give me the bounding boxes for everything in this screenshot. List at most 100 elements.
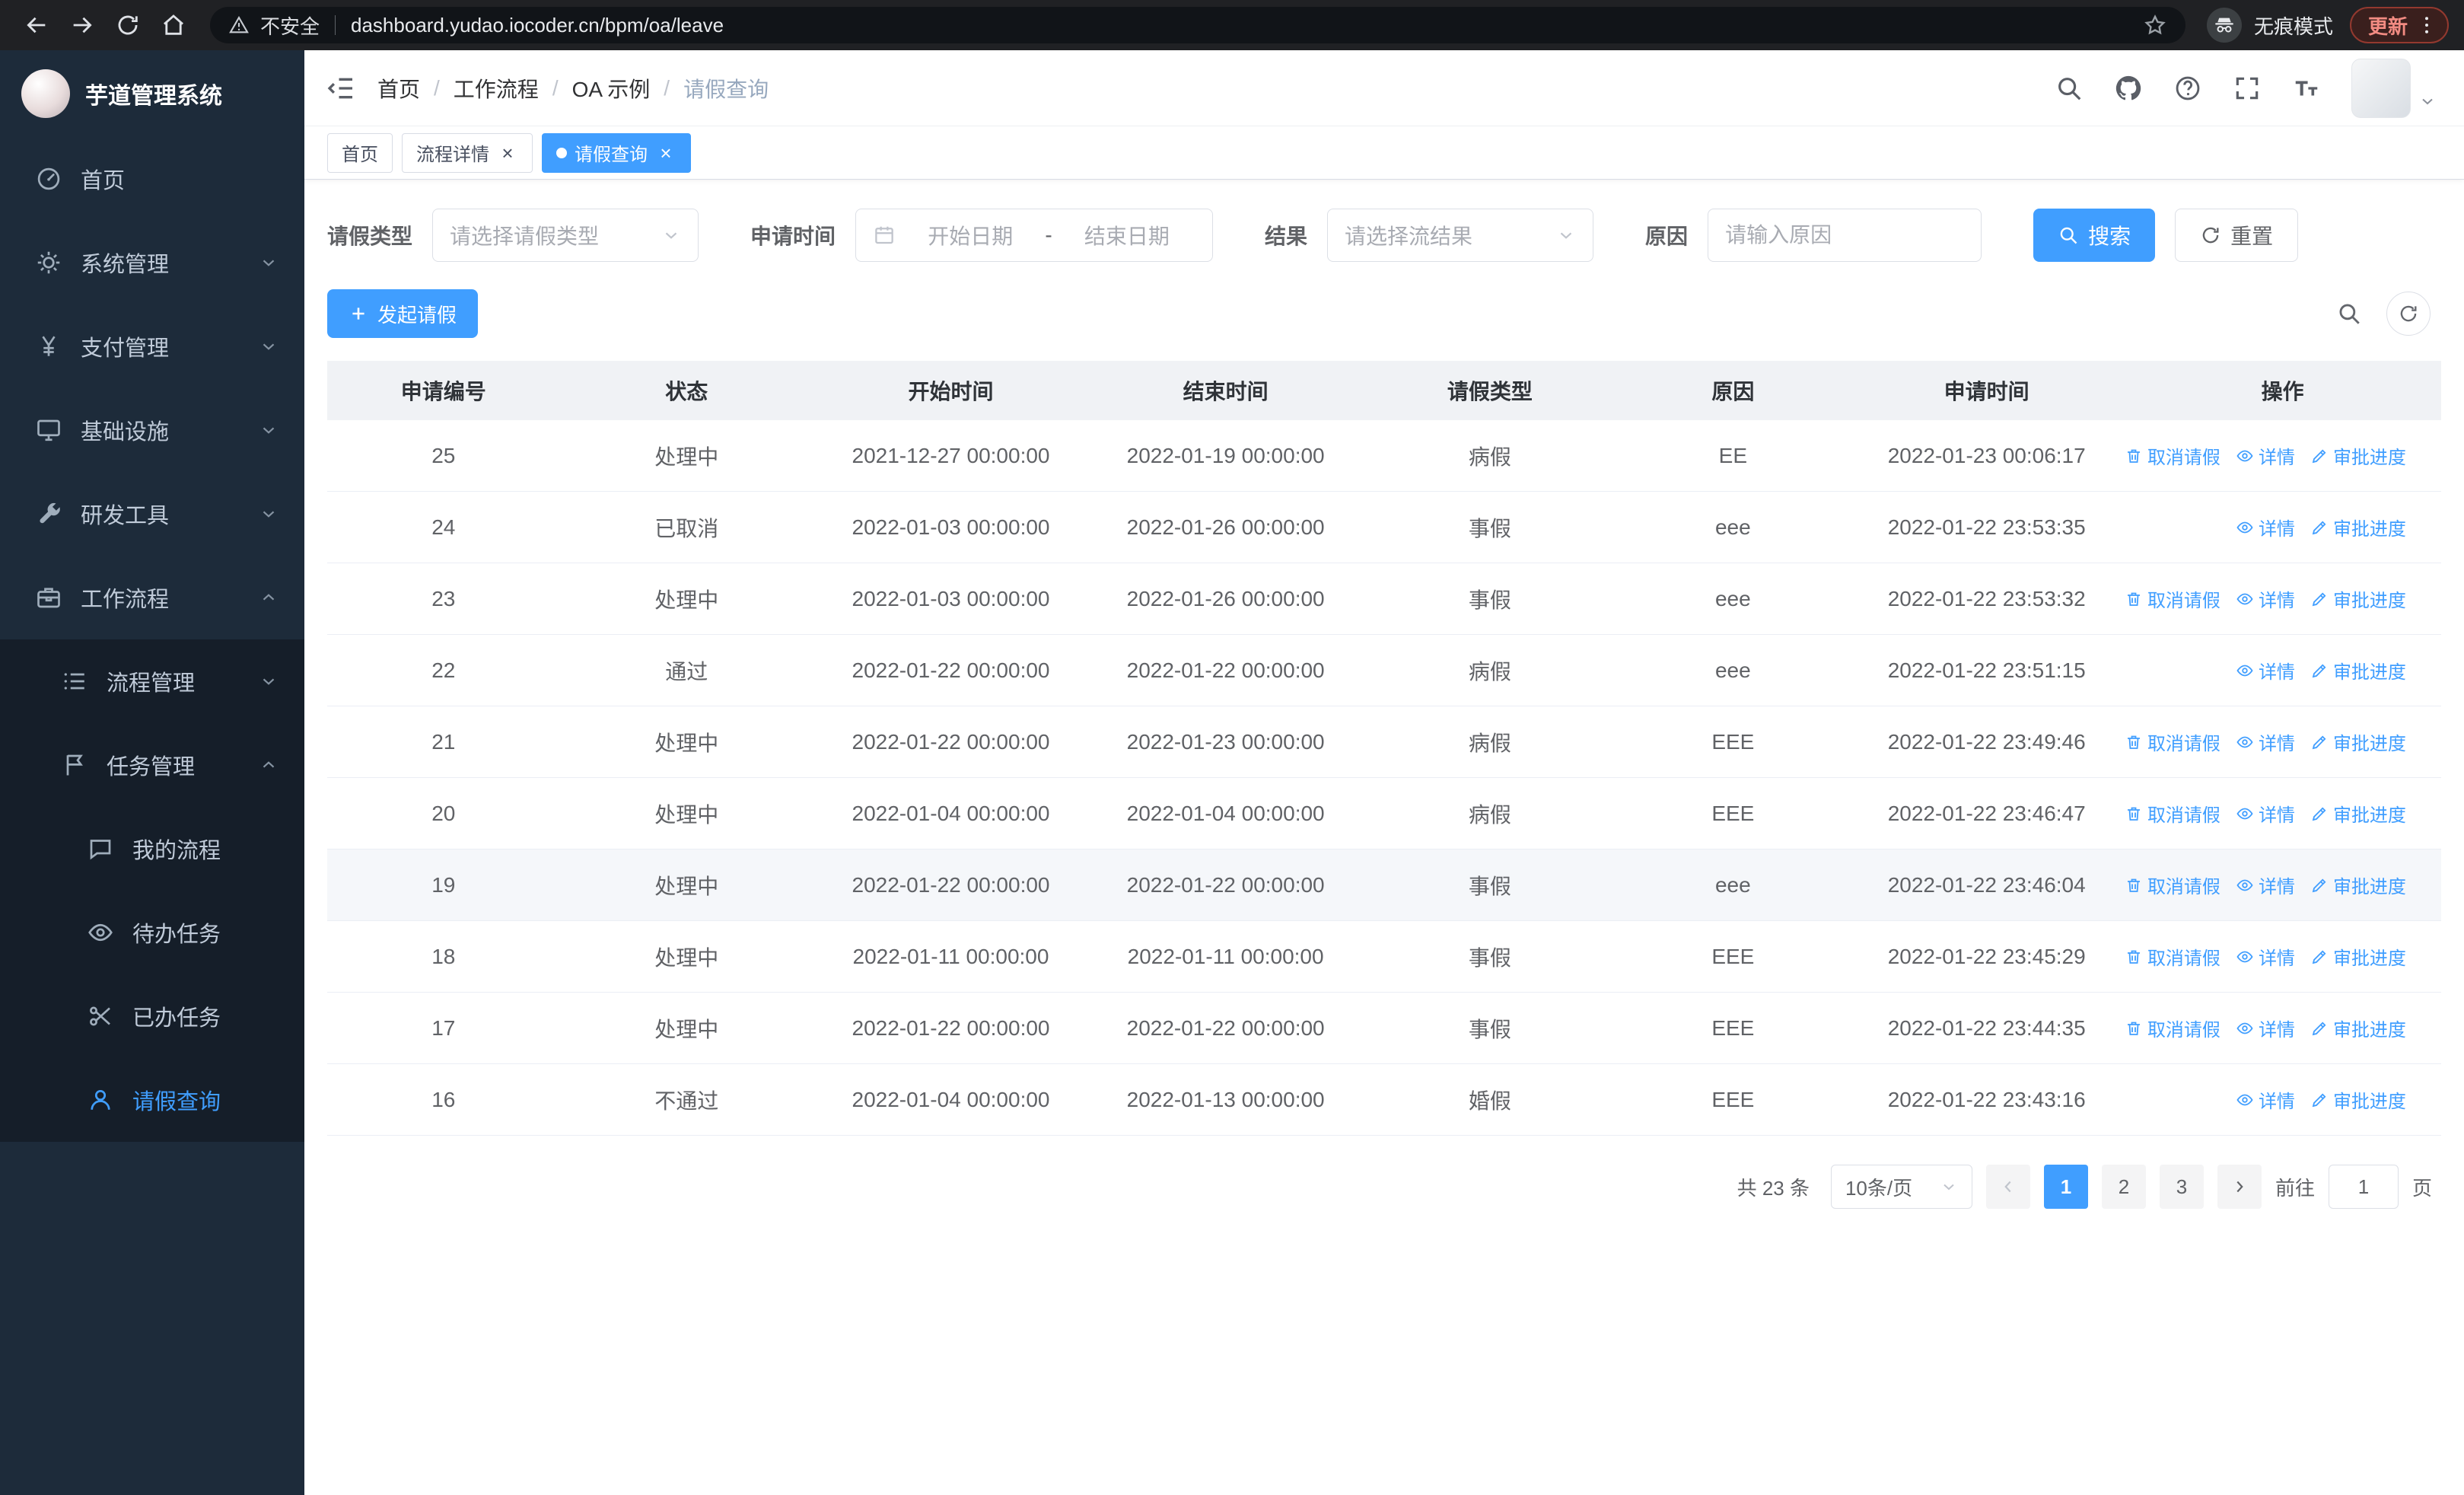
table-row[interactable]: 22 通过 2022-01-22 00:00:00 2022-01-22 00:00:… (327, 635, 2441, 706)
table-row[interactable]: 20 处理中 2022-01-04 00:00:00 2022-01-04 00:00… (327, 778, 2441, 850)
leave-type-select[interactable]: 请选择请假类型 (432, 209, 699, 262)
header-search-button[interactable] (2055, 74, 2084, 103)
page-button-2[interactable]: 2 (2101, 1165, 2146, 1209)
action-detail-link[interactable]: 详情 (2236, 657, 2295, 684)
github-link[interactable] (2114, 74, 2143, 103)
action-detail-link[interactable]: 详情 (2236, 1086, 2295, 1113)
table-row[interactable]: 23 处理中 2022-01-03 00:00:00 2022-01-26 00:00… (327, 563, 2441, 635)
font-size-button[interactable] (2292, 74, 2321, 103)
action-cancel-link[interactable]: 取消请假 (2125, 800, 2220, 827)
sidebar-item-done-task[interactable]: 已办任务 (0, 974, 304, 1058)
action-detail-link[interactable]: 详情 (2236, 442, 2295, 469)
avatar (2351, 58, 2411, 118)
action-progress-link[interactable]: 审批进度 (2310, 514, 2406, 540)
sidebar-item-process-mgmt[interactable]: 流程管理 (0, 639, 304, 723)
action-cancel-link[interactable]: 取消请假 (2125, 585, 2220, 612)
yen-icon (35, 333, 62, 360)
action-progress-link[interactable]: 审批进度 (2310, 657, 2406, 684)
sidebar-item-infra[interactable]: 基础设施 (0, 388, 304, 472)
action-detail-link[interactable]: 详情 (2236, 585, 2295, 612)
sidebar-item-task-mgmt[interactable]: 任务管理 (0, 723, 304, 807)
action-cancel-link[interactable]: 取消请假 (2125, 943, 2220, 970)
action-progress-link[interactable]: 审批进度 (2310, 442, 2406, 469)
action-progress-link[interactable]: 审批进度 (2310, 585, 2406, 612)
action-detail-link[interactable]: 详情 (2236, 728, 2295, 755)
sidebar-item-workflow[interactable]: 工作流程 (0, 556, 304, 639)
table-cell: 24 (431, 515, 456, 539)
address-bar[interactable]: 不安全 dashboard.yudao.iocoder.cn/bpm/oa/le… (210, 7, 2185, 43)
tab-close-icon[interactable]: × (497, 142, 518, 164)
action-label: 取消请假 (2147, 805, 2220, 826)
trash-icon (2125, 733, 2143, 751)
action-cancel-link[interactable]: 取消请假 (2125, 1015, 2220, 1041)
table-row[interactable]: 16 不通过 2022-01-04 00:00:00 2022-01-13 00:00… (327, 1064, 2441, 1136)
browser-forward-button[interactable] (61, 4, 103, 46)
goto-page-input[interactable] (2328, 1165, 2399, 1209)
browser-back-button[interactable] (15, 4, 58, 46)
fullscreen-button[interactable] (2233, 74, 2262, 103)
create-leave-button[interactable]: 发起请假 (327, 289, 479, 338)
page-button-1[interactable]: 1 (2043, 1165, 2088, 1209)
browser-refresh-button[interactable] (107, 4, 149, 46)
reset-button[interactable]: 重置 (2175, 209, 2299, 262)
sidebar-item-system[interactable]: 系统管理 (0, 221, 304, 304)
result-select[interactable]: 请选择流结果 (1327, 209, 1594, 262)
table-row[interactable]: 25 处理中 2021-12-27 00:00:00 2022-01-19 00:00… (327, 420, 2441, 492)
action-progress-link[interactable]: 审批进度 (2310, 1086, 2406, 1113)
breadcrumb-item[interactable]: 工作流程 (454, 73, 539, 104)
sidebar-item-my-process[interactable]: 我的流程 (0, 807, 304, 891)
table-cell: 处理中 (654, 1017, 719, 1041)
bookmark-star-icon[interactable] (2143, 13, 2167, 37)
action-detail-link[interactable]: 详情 (2236, 943, 2295, 970)
tab-close-icon[interactable]: × (655, 142, 676, 164)
page-button-3[interactable]: 3 (2159, 1165, 2204, 1209)
action-progress-link[interactable]: 审批进度 (2310, 943, 2406, 970)
table-cell: EEE (1711, 729, 1755, 754)
tab-0[interactable]: 首页 (327, 132, 393, 173)
tab-1[interactable]: 流程详情 × (402, 132, 533, 173)
action-progress-link[interactable]: 审批进度 (2310, 1015, 2406, 1041)
user-menu[interactable] (2351, 58, 2437, 118)
apply-time-range-picker[interactable]: 开始日期 - 结束日期 (855, 209, 1214, 262)
action-progress-link[interactable]: 审批进度 (2310, 872, 2406, 898)
help-button[interactable] (2173, 74, 2202, 103)
table-row[interactable]: 18 处理中 2022-01-11 00:00:00 2022-01-11 00:00… (327, 921, 2441, 993)
breadcrumb-item[interactable]: OA 示例 (572, 73, 651, 104)
next-page-button[interactable] (2217, 1165, 2262, 1209)
table-row[interactable]: 19 处理中 2022-01-22 00:00:00 2022-01-22 00:00… (327, 850, 2441, 921)
browser-update-button[interactable]: 更新 (2349, 7, 2449, 43)
action-detail-link[interactable]: 详情 (2236, 872, 2295, 898)
filter-apply-time: 申请时间 开始日期 - 结束日期 (750, 209, 1214, 262)
sidebar-item-devtools[interactable]: 研发工具 (0, 472, 304, 556)
action-progress-link[interactable]: 审批进度 (2310, 800, 2406, 827)
kebab-menu-icon[interactable] (2415, 14, 2438, 37)
sidebar-item-todo-task[interactable]: 待办任务 (0, 891, 304, 974)
browser-home-button[interactable] (152, 4, 195, 46)
toggle-search-button[interactable] (2336, 301, 2362, 327)
leave-table: 申请编号 状态 开始时间 结束时间 请假类型 原因 申请时间 操作 25 处理中 2021-12-… (327, 361, 2441, 1136)
action-cancel-link[interactable]: 取消请假 (2125, 728, 2220, 755)
sidebar-item-leave-query[interactable]: 请假查询 (0, 1058, 304, 1142)
row-actions: 取消请假 详情 审批进度 (2124, 585, 2441, 612)
action-cancel-link[interactable]: 取消请假 (2125, 872, 2220, 898)
tab-2[interactable]: 请假查询 × (542, 132, 691, 173)
table-row[interactable]: 24 已取消 2022-01-03 00:00:00 2022-01-26 00:00… (327, 492, 2441, 563)
action-label: 审批进度 (2332, 805, 2406, 826)
sidebar-collapse-button[interactable] (304, 73, 377, 104)
action-detail-link[interactable]: 详情 (2236, 800, 2295, 827)
page-size-select[interactable]: 10条/页 (1830, 1165, 1972, 1209)
action-detail-link[interactable]: 详情 (2236, 514, 2295, 540)
search-button[interactable]: 搜索 (2033, 209, 2156, 262)
action-detail-link[interactable]: 详情 (2236, 1015, 2295, 1041)
sidebar-item-home[interactable]: 首页 (0, 137, 304, 221)
reason-input[interactable] (1708, 209, 1982, 262)
action-cancel-link[interactable]: 取消请假 (2125, 442, 2220, 469)
sidebar-item-payment[interactable]: 支付管理 (0, 304, 304, 388)
breadcrumb-item[interactable]: 首页 (377, 73, 420, 104)
table-row[interactable]: 21 处理中 2022-01-22 00:00:00 2022-01-23 00:00… (327, 706, 2441, 778)
action-progress-link[interactable]: 审批进度 (2310, 728, 2406, 755)
table-row[interactable]: 17 处理中 2022-01-22 00:00:00 2022-01-22 00:00… (327, 993, 2441, 1064)
action-label: 取消请假 (2147, 1020, 2220, 1041)
refresh-table-button[interactable] (2386, 292, 2431, 336)
prev-page-button[interactable] (1985, 1165, 2030, 1209)
